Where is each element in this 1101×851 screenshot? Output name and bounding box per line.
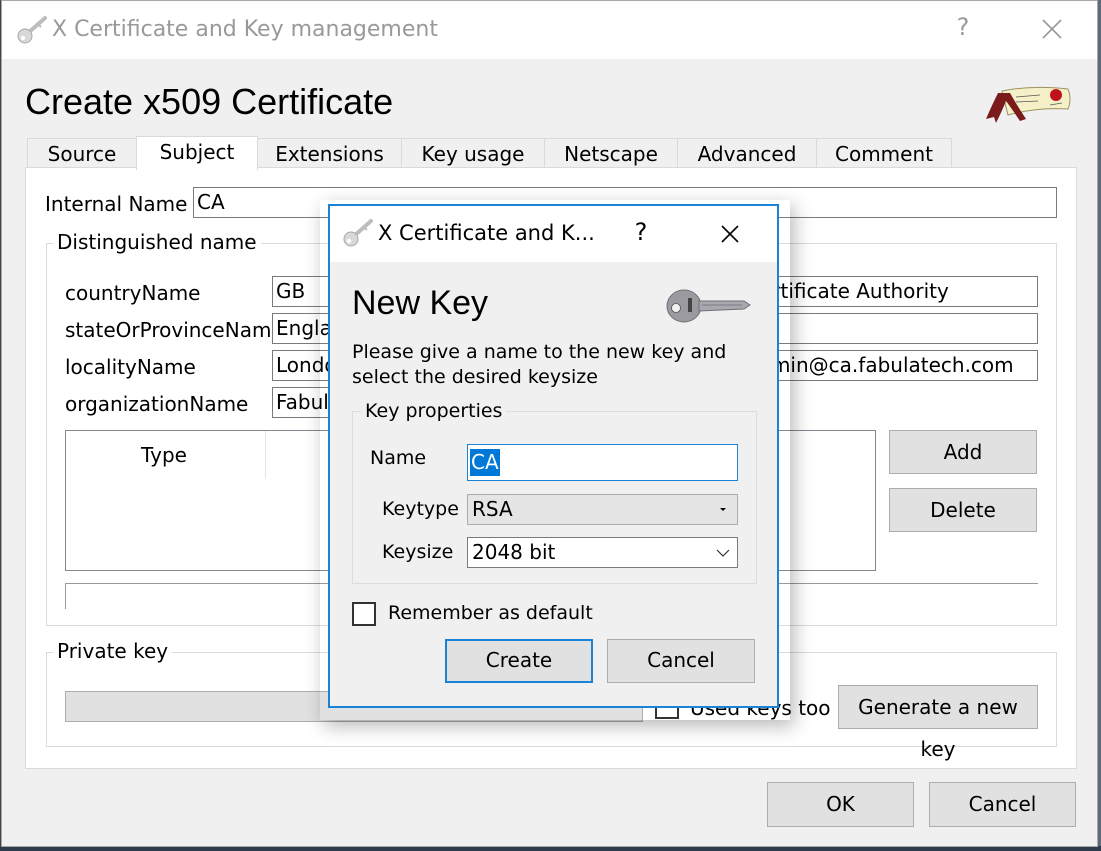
tab-netscape[interactable]: Netscape xyxy=(544,138,678,169)
state-name-label: stateOrProvinceName xyxy=(65,318,284,342)
email-address-input[interactable]: admin@ca.fabulatech.com xyxy=(747,350,1038,381)
country-name-label: countryName xyxy=(65,281,201,305)
tab-subject[interactable]: Subject xyxy=(136,136,258,170)
chevron-down-icon xyxy=(716,549,730,557)
close-icon[interactable] xyxy=(716,220,744,248)
remember-default-checkbox[interactable] xyxy=(352,602,376,626)
cancel-button[interactable]: Cancel xyxy=(929,782,1076,827)
window-title: X Certificate and Key management xyxy=(52,17,438,42)
page-title: Create x509 Certificate xyxy=(25,81,394,122)
key-properties-title: Key properties xyxy=(361,400,507,422)
physical-key-icon xyxy=(666,289,751,323)
keysize-value: 2048 bit xyxy=(472,540,556,564)
help-button[interactable]: ? xyxy=(948,13,978,41)
dialog-cancel-button[interactable]: Cancel xyxy=(607,639,755,683)
title-bar[interactable]: X Certificate and Key management ? xyxy=(2,1,1097,59)
column-divider xyxy=(265,431,266,479)
keytype-value: RSA xyxy=(472,497,513,521)
dialog-title-bar[interactable]: X Certificate and K... ? xyxy=(330,206,777,262)
keysize-select[interactable]: 2048 bit xyxy=(467,537,738,568)
generate-new-key-button[interactable]: Generate a new key xyxy=(838,685,1038,761)
dialog-help-button[interactable]: ? xyxy=(628,218,654,246)
remember-default-label: Remember as default xyxy=(388,602,593,624)
new-key-dialog: X Certificate and K... ? New Key Please … xyxy=(328,204,779,708)
private-key-title: Private key xyxy=(53,639,173,663)
keysize-label: Keysize xyxy=(382,541,454,563)
delete-button[interactable]: Delete xyxy=(889,488,1037,532)
create-button[interactable]: Create xyxy=(445,639,593,683)
email-address-value: admin@ca.fabulatech.com xyxy=(747,353,1014,377)
name-label: Name xyxy=(370,447,427,469)
tab-key-usage[interactable]: Key usage xyxy=(401,138,545,169)
key-icon xyxy=(17,16,47,44)
dialog-title: X Certificate and K... xyxy=(378,221,595,245)
internal-name-label: Internal Name xyxy=(45,192,188,216)
keytype-select[interactable]: RSA xyxy=(467,494,738,525)
ok-button[interactable]: OK xyxy=(767,782,914,827)
keytype-label: Keytype xyxy=(382,498,459,520)
tab-extensions[interactable]: Extensions xyxy=(257,138,402,169)
dialog-description: Please give a name to the new key and se… xyxy=(352,341,727,388)
selected-text: CA xyxy=(470,449,500,476)
tab-source[interactable]: Source xyxy=(27,138,137,169)
key-name-input[interactable]: CA xyxy=(467,444,738,481)
dialog-heading: New Key xyxy=(352,284,489,322)
organization-name-label: organizationName xyxy=(65,392,249,416)
close-icon[interactable] xyxy=(1036,13,1068,45)
common-name-input[interactable]: CA xyxy=(747,313,1038,344)
type-column-header[interactable]: Type xyxy=(141,443,187,467)
key-icon xyxy=(343,219,373,247)
tab-advanced[interactable]: Advanced xyxy=(677,138,817,169)
dropdown-arrow-icon xyxy=(720,508,726,511)
organizational-unit-input[interactable]: Certificate Authority xyxy=(747,276,1038,307)
add-button[interactable]: Add xyxy=(889,430,1037,474)
tab-comment[interactable]: Comment xyxy=(816,138,952,169)
locality-name-label: localityName xyxy=(65,355,196,379)
certificate-scroll-icon xyxy=(986,86,1071,123)
distinguished-name-title: Distinguished name xyxy=(53,230,261,254)
